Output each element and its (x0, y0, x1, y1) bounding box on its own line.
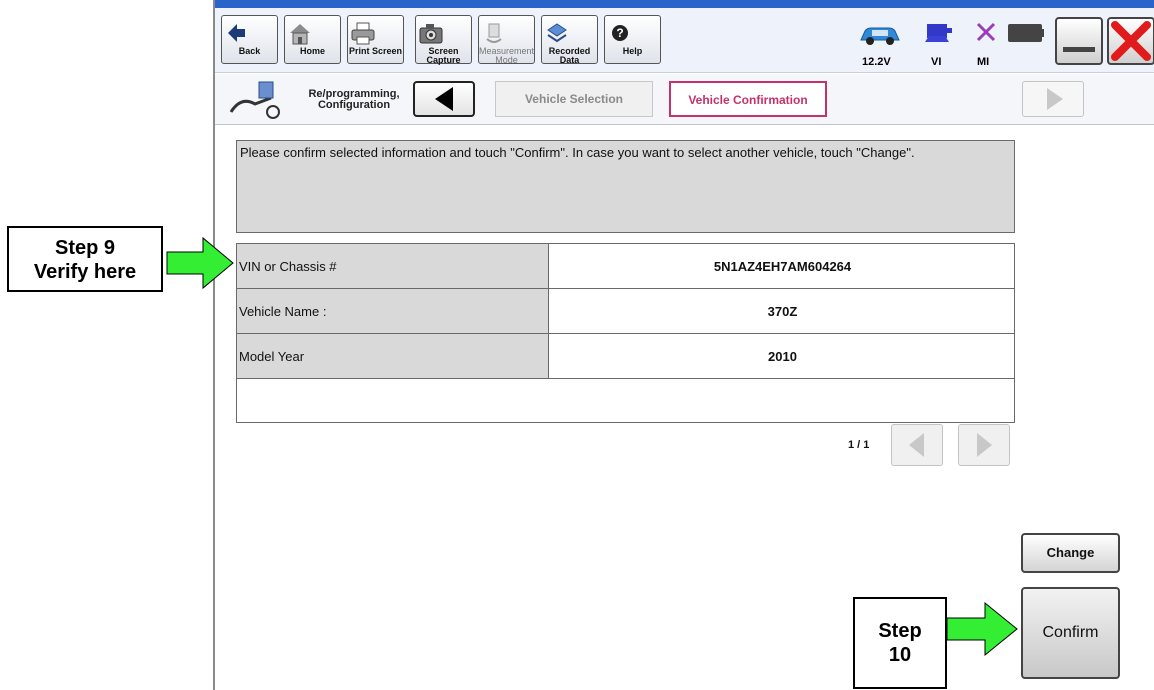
tab-vehicle-confirmation[interactable]: Vehicle Confirmation (669, 81, 827, 117)
step10-callout: Step 10 (853, 597, 947, 689)
table-row: Vehicle Name : 370Z (236, 288, 1015, 334)
triangle-left-icon (435, 87, 453, 111)
triangle-right-icon (977, 433, 992, 457)
measurement-mode-button[interactable]: Measurement Mode (478, 15, 535, 65)
printer-icon (351, 22, 375, 45)
camera-icon (419, 24, 443, 44)
print-screen-button[interactable]: Print Screen (347, 15, 404, 64)
battery-icon (1008, 24, 1042, 42)
instruction-message: Please confirm selected information and … (236, 140, 1015, 233)
nav-forward-button[interactable] (1022, 81, 1084, 117)
recorded-data-button[interactable]: Recorded Data (541, 15, 598, 65)
vin-value: 5N1AZ4EH7AM604264 (548, 243, 1015, 289)
battery-voltage-indicator: 12.2V (855, 20, 905, 70)
svg-text:?: ? (616, 26, 623, 40)
vi-indicator: VI (919, 20, 959, 70)
step9-callout: Step 9 Verify here (7, 226, 163, 292)
close-icon (1111, 21, 1151, 61)
back-button[interactable]: Back (221, 15, 278, 64)
minimize-button[interactable] (1055, 17, 1103, 65)
minimize-icon (1063, 47, 1095, 52)
consult-app-window: Back Home Print Screen Screen Capture Me… (213, 0, 1154, 690)
back-arrow-icon (228, 24, 245, 42)
table-row-empty (236, 378, 1015, 423)
table-row: VIN or Chassis # 5N1AZ4EH7AM604264 (236, 243, 1015, 289)
model-year-value: 2010 (548, 333, 1015, 379)
nav-back-button[interactable] (413, 81, 475, 117)
screen-capture-button[interactable]: Screen Capture (415, 15, 472, 65)
help-icon: ? (612, 25, 628, 41)
page-prev-button[interactable] (891, 424, 943, 466)
recorded-data-icon (547, 23, 567, 43)
close-app-button[interactable] (1107, 17, 1154, 65)
tab-vehicle-selection[interactable]: Vehicle Selection (495, 81, 653, 117)
help-button[interactable]: ? Help (604, 15, 661, 64)
vehicle-name-label: Vehicle Name : (236, 288, 549, 334)
page-indicator: 1 / 1 (848, 439, 870, 451)
change-button[interactable]: Change (1021, 533, 1120, 573)
triangle-left-icon (909, 433, 924, 457)
car-icon (860, 27, 900, 45)
triangle-right-icon (1047, 88, 1063, 110)
table-row: Model Year 2010 (236, 333, 1015, 379)
home-button[interactable]: Home (284, 15, 341, 64)
measurement-icon (486, 23, 502, 43)
model-year-label: Model Year (236, 333, 549, 379)
breadcrumb: Re/programming, Configuration Vehicle Se… (215, 74, 1154, 125)
vehicle-name-value: 370Z (548, 288, 1015, 334)
confirm-button[interactable]: Confirm (1021, 587, 1120, 679)
vi-connection-icon (925, 24, 952, 42)
mi-indicator: MI (969, 20, 1005, 70)
mode-label: Re/programming, Configuration (308, 88, 400, 111)
toolbar: Back Home Print Screen Screen Capture Me… (215, 8, 1154, 73)
reprogramming-icon (229, 81, 280, 119)
vin-label: VIN or Chassis # (236, 243, 549, 289)
screenshot-stage: Back Home Print Screen Screen Capture Me… (0, 0, 1154, 690)
step9-arrow-icon (166, 236, 234, 290)
step10-arrow-icon (946, 601, 1018, 657)
title-bar (215, 0, 1154, 8)
battery-terminal (1041, 29, 1044, 37)
mi-disconnected-icon (976, 22, 996, 42)
page-next-button[interactable] (958, 424, 1010, 466)
home-icon (290, 24, 310, 45)
vehicle-info-table: VIN or Chassis # 5N1AZ4EH7AM604264 Vehic… (236, 243, 1015, 423)
